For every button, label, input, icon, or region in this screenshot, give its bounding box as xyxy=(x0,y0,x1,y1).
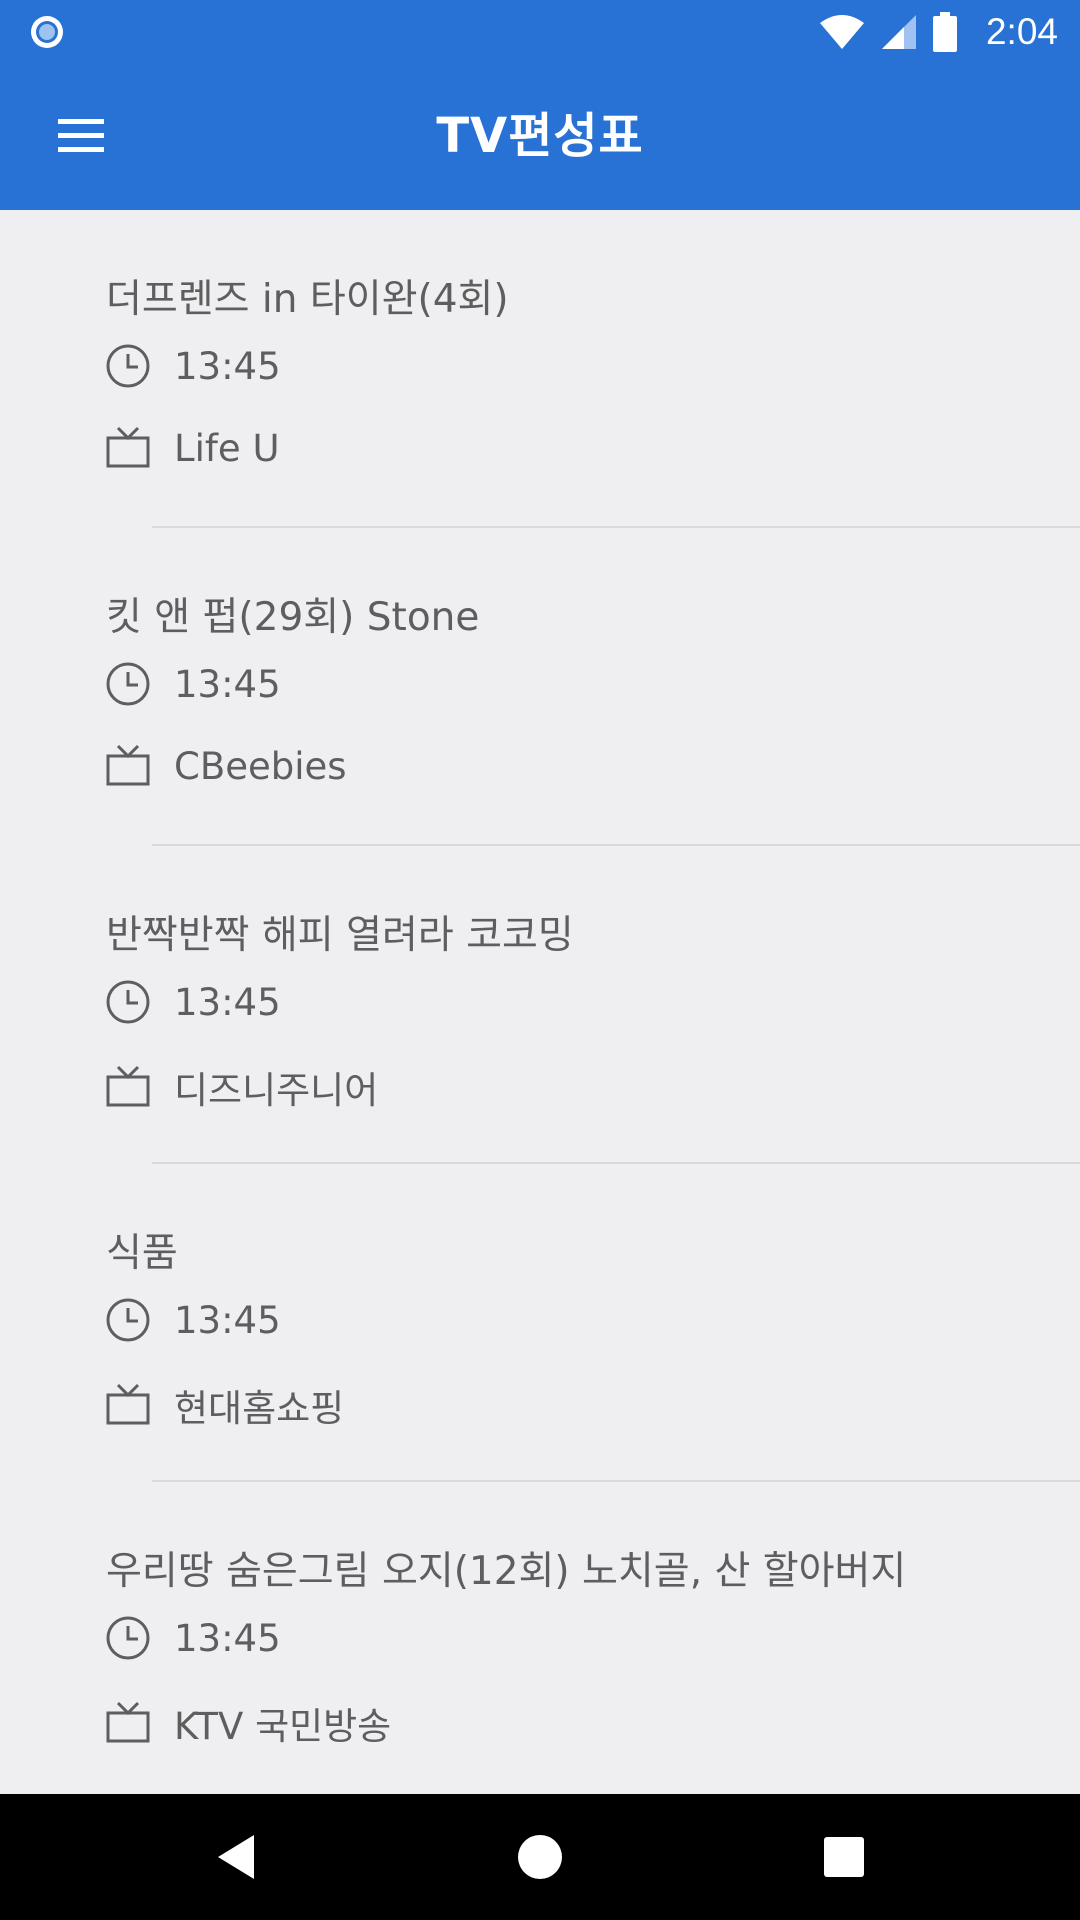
program-title: 더프렌즈 in 타이완(4회) xyxy=(106,277,509,322)
tv-icon xyxy=(106,1065,150,1107)
tv-icon xyxy=(106,426,150,468)
program-list: 더프렌즈 in 타이완(4회) 13:45 Life U 킷 앤 펍(29회) … xyxy=(0,210,1080,1800)
status-time: 2:04 xyxy=(985,10,1058,52)
program-title: 반짝반짝 해피 열려라 코코밍 xyxy=(106,913,574,958)
program-channel: 디즈니주니어 xyxy=(174,1069,379,1112)
tv-icon xyxy=(106,744,150,786)
navigation-bar xyxy=(0,1794,1080,1920)
battery-icon xyxy=(932,11,957,52)
program-title: 킷 앤 펍(29회) Stone xyxy=(106,595,480,640)
status-bar: 2:04 xyxy=(0,0,1080,63)
program-title: 식품 xyxy=(106,1231,178,1276)
program-time: 13:45 xyxy=(174,980,281,1024)
program-channel-row: 디즈니주니어 xyxy=(104,1060,378,1114)
app-title: TV편성표 xyxy=(436,108,644,164)
program-item[interactable]: 우리땅 숨은그림 오지(12회) 노치골, 산 할아버지 13:45 KTV 국… xyxy=(0,1482,1080,1800)
program-time-row: 13:45 xyxy=(104,1296,281,1344)
back-triangle-icon[interactable] xyxy=(206,1827,266,1887)
program-channel-row: Life U xyxy=(104,424,280,472)
program-item[interactable]: 식품 13:45 현대홈쇼핑 xyxy=(0,1164,1080,1482)
cellular-signal-icon xyxy=(881,14,916,49)
clock-icon xyxy=(106,980,150,1024)
wifi-icon xyxy=(819,14,864,49)
program-item[interactable]: 더프렌즈 in 타이완(4회) 13:45 Life U xyxy=(0,210,1080,528)
clock-icon xyxy=(106,1616,150,1660)
app-bar: TV편성표 xyxy=(0,63,1080,210)
home-circle-icon[interactable] xyxy=(510,1827,570,1887)
program-channel-row: 현대홈쇼핑 xyxy=(104,1378,344,1432)
program-item[interactable]: 킷 앤 펍(29회) Stone 13:45 CBeebies xyxy=(0,528,1080,846)
notification-circle-icon xyxy=(31,16,63,48)
program-channel: KTV 국민방송 xyxy=(174,1705,392,1748)
program-time: 13:45 xyxy=(174,1298,281,1342)
program-time-row: 13:45 xyxy=(104,660,281,708)
program-time: 13:45 xyxy=(174,1616,281,1660)
program-channel: Life U xyxy=(174,426,280,470)
program-time-row: 13:45 xyxy=(104,342,281,390)
status-icons: 2:04 xyxy=(818,0,1058,63)
program-title: 우리땅 숨은그림 오지(12회) 노치골, 산 할아버지 xyxy=(106,1549,907,1594)
clock-icon xyxy=(106,662,150,706)
program-channel: 현대홈쇼핑 xyxy=(174,1387,345,1430)
program-channel-row: CBeebies xyxy=(104,742,347,790)
recents-square-icon[interactable] xyxy=(814,1827,874,1887)
program-time: 13:45 xyxy=(174,662,281,706)
program-channel-row: KTV 국민방송 xyxy=(104,1696,391,1750)
tv-icon xyxy=(106,1383,150,1425)
tv-icon xyxy=(106,1701,150,1743)
program-time-row: 13:45 xyxy=(104,1614,281,1662)
program-channel: CBeebies xyxy=(174,744,347,788)
clock-icon xyxy=(106,344,150,388)
program-time: 13:45 xyxy=(174,344,281,388)
clock-icon xyxy=(106,1298,150,1342)
program-item[interactable]: 반짝반짝 해피 열려라 코코밍 13:45 디즈니주니어 xyxy=(0,846,1080,1164)
program-time-row: 13:45 xyxy=(104,978,281,1026)
